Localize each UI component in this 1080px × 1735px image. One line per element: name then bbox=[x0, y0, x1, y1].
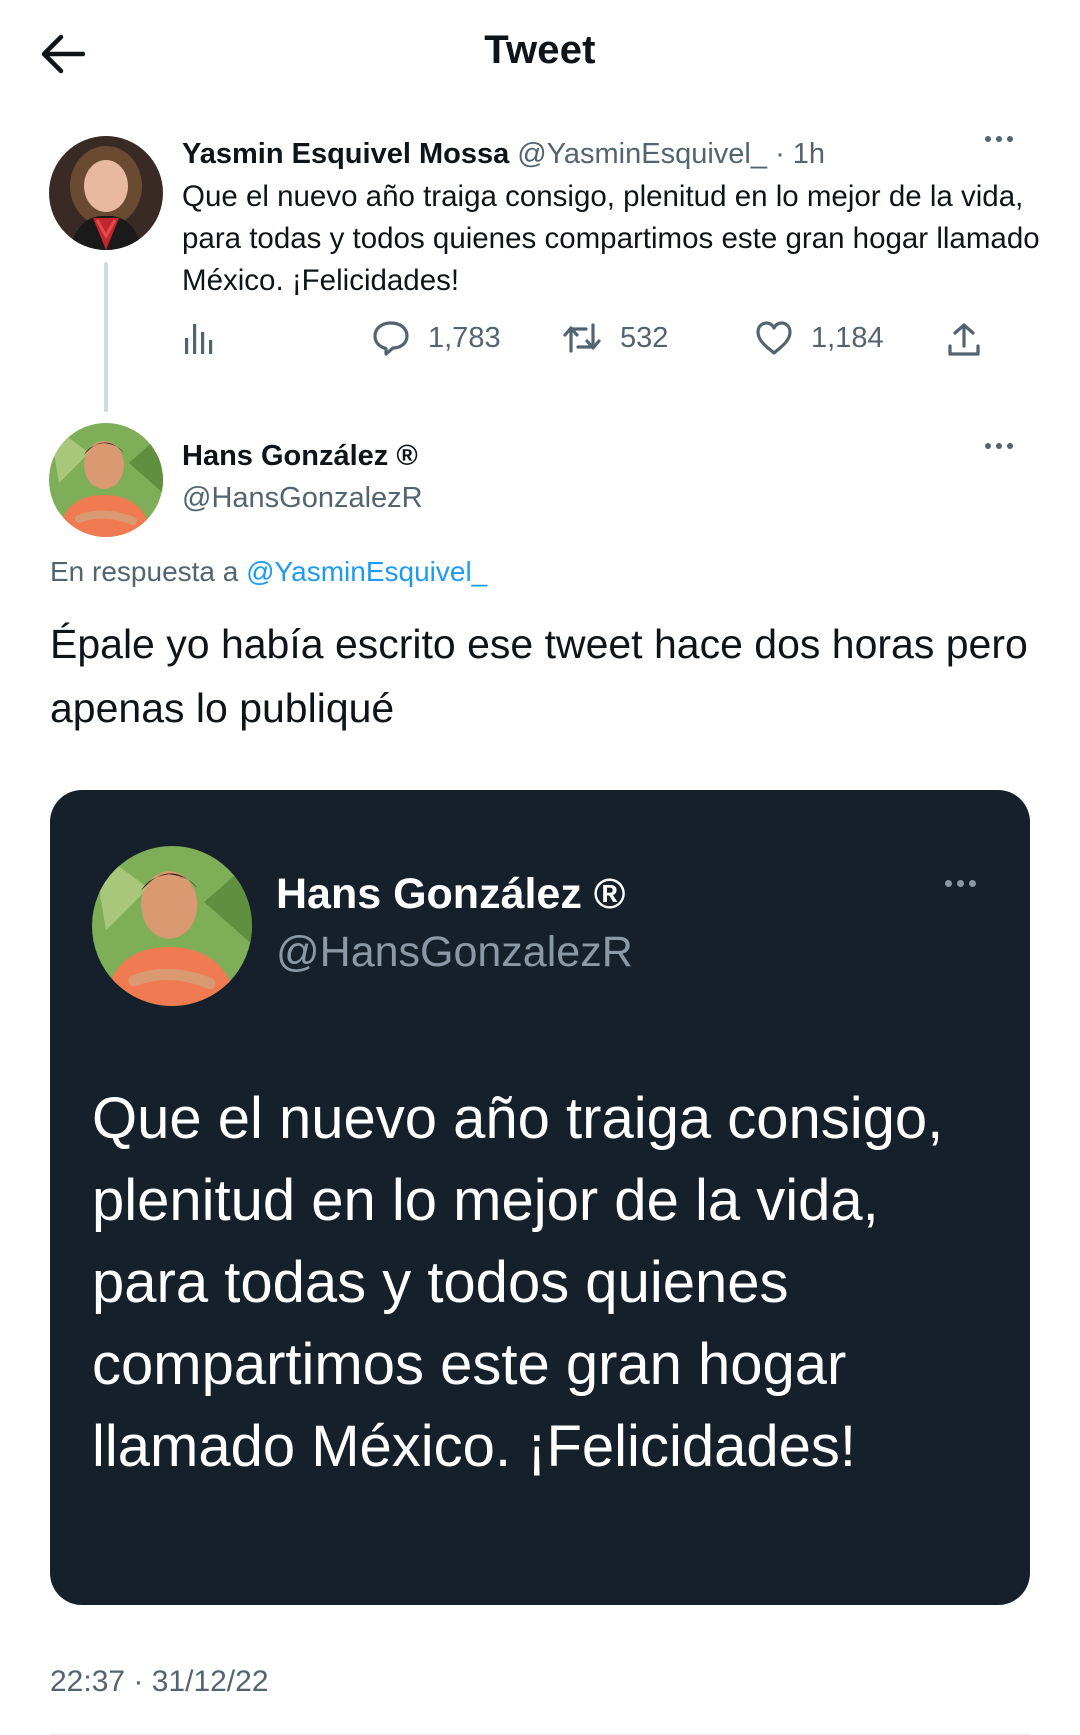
share-button[interactable] bbox=[946, 322, 982, 358]
retweet-count: 532 bbox=[620, 321, 669, 354]
reply-icon bbox=[373, 321, 409, 356]
reply-mention-link[interactable]: @YasminEsquivel_ bbox=[246, 556, 487, 587]
embedded-image-card[interactable]: Hans González ® @HansGonzalezR Que el nu… bbox=[50, 790, 1030, 1605]
tweet1-time: · 1h bbox=[775, 138, 826, 170]
tweet2-timestamp[interactable]: 22:37 · 31/12/22 bbox=[50, 1665, 269, 1699]
tweet2-more-button[interactable] bbox=[985, 443, 1013, 449]
retweet-button[interactable]: 532 bbox=[562, 320, 668, 356]
share-icon bbox=[948, 323, 980, 356]
like-count: 1,184 bbox=[811, 321, 884, 354]
analytics-icon bbox=[185, 324, 213, 354]
like-icon bbox=[756, 321, 792, 355]
card-author-name: Hans González ® bbox=[276, 870, 626, 918]
reply-count: 1,783 bbox=[428, 321, 501, 354]
tweet1-header: Yasmin Esquivel Mossa @YasminEsquivel_ ·… bbox=[182, 134, 825, 174]
card-avatar bbox=[92, 846, 252, 1006]
page-title: Tweet bbox=[484, 28, 596, 72]
tweet1-text: Que el nuevo año traiga consigo, plenitu… bbox=[182, 180, 1040, 297]
card-handle: @HansGonzalezR bbox=[276, 928, 633, 976]
reply-prefix: En respuesta a bbox=[50, 556, 239, 587]
retweet-icon bbox=[563, 323, 601, 353]
reply-context: En respuesta a @YasminEsquivel_ bbox=[50, 556, 487, 588]
avatar-yasmin[interactable] bbox=[49, 136, 163, 250]
card-text: Que el nuevo año traiga consigo, plenitu… bbox=[92, 1086, 944, 1479]
tweet2-handle[interactable]: @HansGonzalezR bbox=[182, 482, 423, 515]
reply-button[interactable]: 1,783 bbox=[372, 320, 501, 356]
tweet1-more-button[interactable] bbox=[985, 136, 1013, 142]
like-button[interactable]: 1,184 bbox=[755, 320, 884, 356]
more-icon bbox=[985, 443, 991, 449]
analytics-button[interactable] bbox=[182, 322, 216, 356]
tweet1-author-name[interactable]: Yasmin Esquivel Mossa bbox=[182, 138, 509, 170]
card-more-icon bbox=[945, 880, 976, 887]
tweet2-text: Épale yo había escrito ese tweet hace do… bbox=[50, 621, 1028, 731]
tweet1-handle[interactable]: @YasminEsquivel_ bbox=[517, 138, 767, 170]
tweet2-author-name[interactable]: Hans González ® bbox=[182, 440, 418, 473]
more-icon bbox=[985, 136, 991, 142]
thread-line bbox=[104, 262, 108, 412]
avatar-hans[interactable] bbox=[49, 423, 163, 537]
